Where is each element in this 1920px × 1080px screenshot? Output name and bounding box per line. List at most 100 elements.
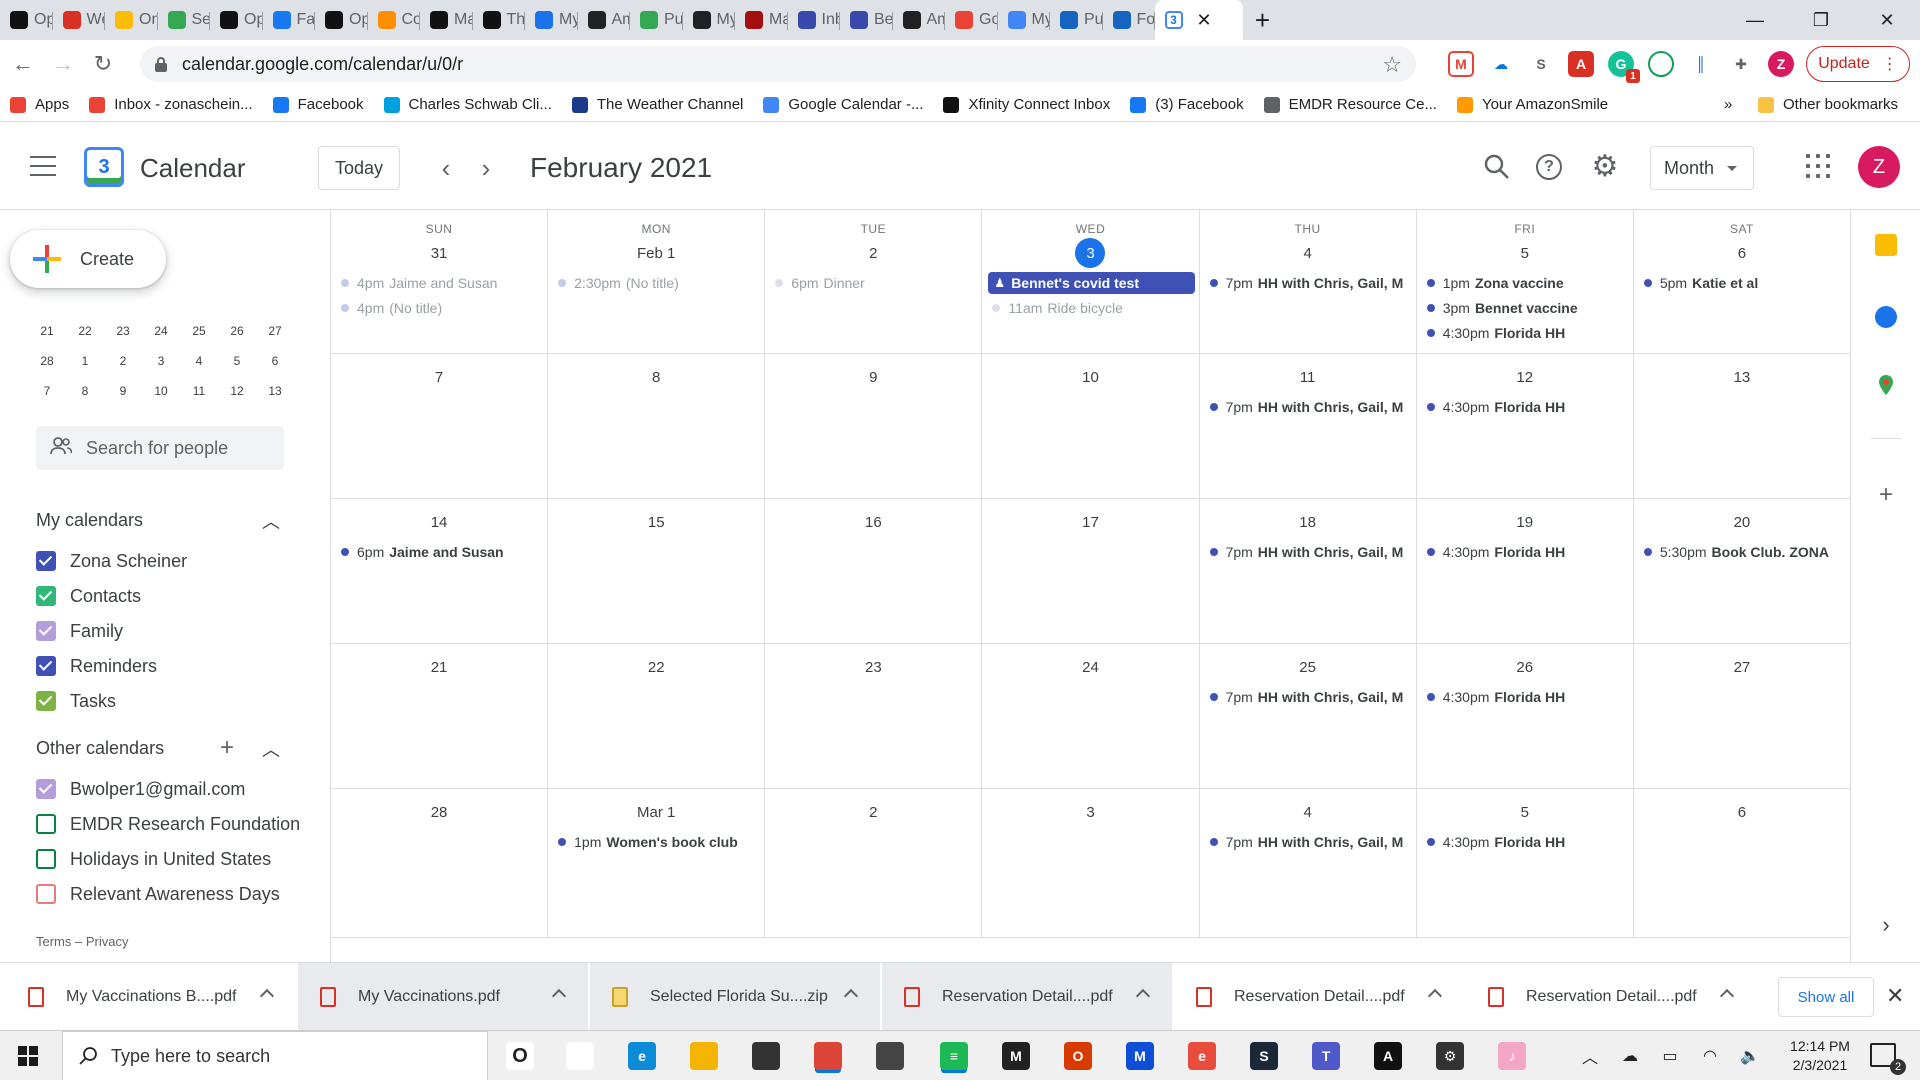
day-cell[interactable]: 8 [548,354,766,499]
bookmarks-overflow-button[interactable]: » [1714,96,1742,113]
other-calendars-header[interactable]: Other calendars + ︿ [36,734,280,761]
chevron-up-icon[interactable]: ︿ [262,736,286,760]
calendar-event[interactable]: 4pm (No title) [337,297,543,319]
calendar-checkbox[interactable] [36,621,56,641]
day-cell[interactable]: 4 7pm HH with Chris, Gail, M [1199,789,1417,938]
browser-tab[interactable]: My [683,0,735,40]
browser-tab[interactable]: We [53,0,105,40]
close-tab-icon[interactable]: ✕ [1197,10,1212,31]
day-cell[interactable]: THU 4 7pm HH with Chris, Gail, M [1199,210,1417,354]
download-item[interactable]: Reservation Detail....pdf [1466,963,1756,1031]
mini-calendar-day[interactable]: 12 [218,384,256,398]
day-number[interactable]: 7 [424,362,454,392]
chevron-up-icon[interactable] [1135,988,1151,1004]
calendar-checkbox[interactable] [36,814,56,834]
internet-explorer-icon[interactable]: e [1188,1042,1216,1070]
day-number[interactable]: 6 [1727,797,1757,827]
day-cell[interactable]: FRI 5 1pm Zona vaccine 3pm Bennet vaccine 4:30… [1416,210,1634,354]
mini-calendar-day[interactable]: 1 [66,354,104,368]
browser-tab[interactable]: My [525,0,578,40]
terms-privacy-link[interactable]: Terms – Privacy [36,934,128,949]
browser-tab[interactable]: Op [0,0,53,40]
calendar-event[interactable]: 7pm HH with Chris, Gail, M [1206,686,1412,708]
browser-tab[interactable]: Pul [1050,0,1103,40]
day-cell[interactable]: 5 4:30pm Florida HH [1416,789,1634,938]
bookmark-item[interactable]: Your AmazonSmile [1447,96,1618,113]
add-calendar-icon[interactable]: + [220,734,234,762]
calendar-checkbox[interactable] [36,586,56,606]
calendar-item[interactable]: Reminders [36,649,157,683]
browser-tab[interactable]: Be [840,0,893,40]
day-cell[interactable]: 6 [1633,789,1851,938]
calendar-event[interactable]: 6pm Dinner [771,272,977,294]
other-bookmarks[interactable]: Other bookmarks [1748,96,1908,113]
day-number[interactable]: 28 [424,797,454,827]
calendar-event[interactable]: 4:30pm Florida HH [1423,831,1629,853]
keep-icon[interactable] [1875,234,1897,256]
day-number[interactable]: 4 [1293,238,1323,268]
help-icon[interactable]: ? [1536,154,1562,180]
day-cell[interactable]: 24 [982,644,1200,789]
calendar-event[interactable]: 7pm HH with Chris, Gail, M [1206,831,1412,853]
day-number[interactable]: 20 [1727,507,1757,537]
calendar-item[interactable]: EMDR Research Foundation [36,807,300,841]
download-item[interactable]: Selected Florida Su....zip [590,963,880,1031]
browser-tab[interactable]: The [473,0,525,40]
day-number[interactable]: Mar 1 [633,797,679,827]
day-cell[interactable]: 28 [331,789,549,938]
day-cell[interactable]: 10 [982,354,1200,499]
calendar-checkbox[interactable] [36,691,56,711]
day-number[interactable]: 17 [1075,507,1105,537]
previous-month-button[interactable]: ‹ [428,150,464,186]
day-number[interactable]: 13 [1727,362,1757,392]
calendar-event[interactable]: 5pm Katie et al [1640,272,1846,294]
onedrive-extension-icon[interactable]: ☁ [1488,51,1514,77]
day-number[interactable]: 23 [858,652,888,682]
day-cell[interactable]: 16 [765,499,983,644]
mini-calendar-day[interactable]: 21 [28,324,66,338]
day-cell[interactable]: WED 3 ♟ Bennet's covid test 11am Ride bicycle [982,210,1200,354]
calendar-item[interactable]: Family [36,614,123,648]
calendar-checkbox[interactable] [36,884,56,904]
mini-calendar-day[interactable]: 8 [66,384,104,398]
day-cell[interactable]: TUE 2 6pm Dinner [765,210,983,354]
itunes-icon[interactable]: ♪ [1498,1042,1526,1070]
day-number[interactable]: 10 [1075,362,1105,392]
day-number[interactable]: 6 [1727,238,1757,268]
calendar-event[interactable]: ♟ Bennet's covid test [988,272,1195,294]
calendar-event[interactable]: 1pm Women's book club [554,831,760,853]
day-cell[interactable]: 13 [1633,354,1851,499]
calendar-checkbox[interactable] [36,551,56,571]
browser-tab[interactable]: On [105,0,158,40]
calendar-item[interactable]: Zona Scheiner [36,544,187,578]
address-bar[interactable]: calendar.google.com/calendar/u/0/r ☆ [140,46,1416,82]
download-item[interactable]: Reservation Detail....pdf [882,963,1172,1031]
day-number[interactable]: 25 [1293,652,1323,682]
browser-tab[interactable]: Ma [735,0,788,40]
gmail-extension-icon[interactable]: M [1448,51,1474,77]
chevron-up-icon[interactable]: ︿ [1578,1044,1602,1068]
browser-tab[interactable]: Go [945,0,998,40]
download-item[interactable]: My Vaccinations.pdf [298,963,588,1031]
calendar-event[interactable]: 3pm Bennet vaccine [1423,297,1629,319]
day-cell[interactable]: 27 [1633,644,1851,789]
day-number[interactable]: 14 [424,507,454,537]
avatar[interactable]: Z [1858,146,1900,188]
chevron-up-icon[interactable] [1719,988,1735,1004]
today-button[interactable]: Today [318,146,400,190]
calendar-item[interactable]: Tasks [36,684,116,718]
onedrive-icon[interactable]: ☁ [1618,1044,1642,1068]
day-number[interactable]: 16 [858,507,888,537]
grammarly-extension-icon[interactable]: G1 [1608,51,1640,83]
calendar-event[interactable]: 4pm Jaime and Susan [337,272,543,294]
day-cell[interactable]: 12 4:30pm Florida HH [1416,354,1634,499]
acrobat-extension-icon[interactable]: A [1568,51,1594,77]
update-button[interactable]: Update ⋮ [1806,46,1910,82]
bookmark-item[interactable]: Google Calendar -... [753,96,933,113]
view-selector[interactable]: Month [1650,146,1754,190]
add-addon-icon[interactable]: + [1875,483,1897,507]
tab-google-calendar[interactable]: 3 ✕ [1154,0,1243,40]
calendar-event[interactable]: 2:30pm (No title) [554,272,760,294]
maps-icon[interactable] [1875,374,1897,396]
calendar-checkbox[interactable] [36,656,56,676]
